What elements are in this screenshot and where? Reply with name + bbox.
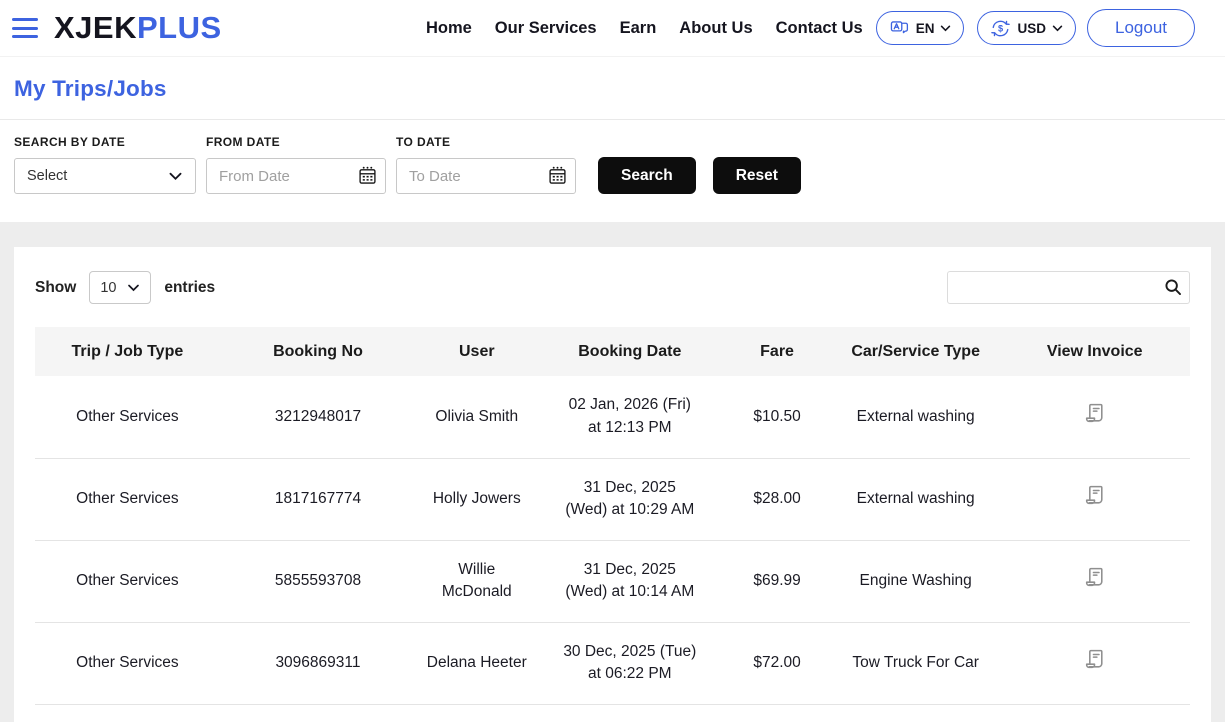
entries-label: entries [164, 279, 215, 297]
from-date-input[interactable] [206, 158, 386, 194]
service-type-cell: Tow Truck For Car [832, 622, 999, 704]
page-size-select[interactable]: 10 [89, 271, 151, 304]
col-user: User [416, 327, 537, 376]
table-row: Other Services 1817167774 Holly Jowers 3… [35, 458, 1190, 540]
table-search [947, 271, 1190, 304]
fare-cell: $28.00 [722, 458, 832, 540]
booking-no-cell: 3212948017 [220, 376, 416, 458]
content-area: Show 10 entries Trip / Job Type Booking … [0, 222, 1225, 722]
main-nav: Home Our Services Earn About Us Contact … [426, 19, 863, 38]
table-row: Other Services 5855593708 Willie McDonal… [35, 540, 1190, 622]
booking-date-cell: 02 Jan, 2026 (Fri) at 12:13 PM [537, 376, 722, 458]
table-controls: Show 10 entries [35, 271, 1190, 304]
language-selector[interactable]: EN [876, 11, 965, 45]
view-invoice-cell [999, 540, 1190, 622]
user-cell: Delana Heeter [416, 622, 537, 704]
col-booking-no: Booking No [220, 327, 416, 376]
nav-about-us[interactable]: About Us [679, 19, 752, 38]
reset-button[interactable]: Reset [713, 157, 801, 194]
table-search-input[interactable] [947, 271, 1190, 304]
to-date-field: TO DATE [396, 135, 576, 194]
fare-cell: $69.99 [722, 540, 832, 622]
search-by-date-value: Select [27, 168, 67, 184]
view-invoice-cell [999, 376, 1190, 458]
page-size-value: 10 [100, 280, 116, 296]
invoice-icon[interactable] [1082, 565, 1107, 590]
col-trip-job-type: Trip / Job Type [35, 327, 220, 376]
search-button[interactable]: Search [598, 157, 696, 194]
trip-type-cell: Other Services [35, 622, 220, 704]
logo-primary: XJEK [54, 10, 137, 45]
show-label: Show [35, 279, 76, 297]
search-by-date-select[interactable]: Select [14, 158, 196, 194]
user-cell: Holly Jowers [416, 458, 537, 540]
trips-table: Trip / Job Type Booking No User Booking … [35, 327, 1190, 705]
logo-accent: PLUS [137, 10, 222, 45]
chevron-down-icon [168, 172, 183, 181]
table-row: Other Services 3096869311 Delana Heeter … [35, 622, 1190, 704]
view-invoice-cell [999, 458, 1190, 540]
col-car-service-type: Car/Service Type [832, 327, 999, 376]
search-by-date-field: SEARCH BY DATE Select [14, 135, 196, 194]
fare-cell: $10.50 [722, 376, 832, 458]
nav-home[interactable]: Home [426, 19, 472, 38]
to-date-input[interactable] [396, 158, 576, 194]
filters-bar: SEARCH BY DATE Select FROM DATE TO DATE [0, 120, 1225, 222]
booking-no-cell: 1817167774 [220, 458, 416, 540]
col-view-invoice: View Invoice [999, 327, 1190, 376]
col-fare: Fare [722, 327, 832, 376]
trip-type-cell: Other Services [35, 458, 220, 540]
col-booking-date: Booking Date [537, 327, 722, 376]
page-header: My Trips/Jobs [0, 57, 1225, 120]
invoice-icon[interactable] [1082, 647, 1107, 672]
to-date-label: TO DATE [396, 135, 576, 149]
table-row: Other Services 3212948017 Olivia Smith 0… [35, 376, 1190, 458]
page-title: My Trips/Jobs [14, 76, 1211, 102]
trips-card: Show 10 entries Trip / Job Type Booking … [14, 247, 1211, 722]
menu-icon[interactable] [12, 18, 38, 38]
invoice-icon[interactable] [1082, 483, 1107, 508]
language-label: EN [916, 21, 935, 36]
booking-no-cell: 3096869311 [220, 622, 416, 704]
nav-contact-us[interactable]: Contact Us [776, 19, 863, 38]
booking-date-cell: 30 Dec, 2025 (Tue) at 06:22 PM [537, 622, 722, 704]
from-date-label: FROM DATE [206, 135, 386, 149]
nav-our-services[interactable]: Our Services [495, 19, 597, 38]
currency-selector[interactable]: $ USD [977, 11, 1076, 45]
trip-type-cell: Other Services [35, 540, 220, 622]
booking-no-cell: 5855593708 [220, 540, 416, 622]
currency-label: USD [1017, 21, 1046, 36]
invoice-icon[interactable] [1082, 401, 1107, 426]
currency-exchange-icon: $ [990, 18, 1011, 39]
nav-earn[interactable]: Earn [620, 19, 657, 38]
from-date-field: FROM DATE [206, 135, 386, 194]
trip-type-cell: Other Services [35, 376, 220, 458]
user-cell: Willie McDonald [416, 540, 537, 622]
top-navbar: XJEKPLUS Home Our Services Earn About Us… [0, 0, 1225, 57]
service-type-cell: Engine Washing [832, 540, 999, 622]
search-by-date-label: SEARCH BY DATE [14, 135, 196, 149]
search-icon [1164, 278, 1182, 296]
chevron-down-icon [1052, 25, 1063, 32]
booking-date-cell: 31 Dec, 2025 (Wed) at 10:14 AM [537, 540, 722, 622]
logout-button[interactable]: Logout [1087, 9, 1195, 47]
service-type-cell: External washing [832, 376, 999, 458]
chevron-down-icon [940, 25, 951, 32]
fare-cell: $72.00 [722, 622, 832, 704]
svg-text:$: $ [998, 23, 1003, 33]
logo[interactable]: XJEKPLUS [54, 10, 222, 46]
view-invoice-cell [999, 622, 1190, 704]
translate-icon [889, 18, 910, 39]
chevron-down-icon [127, 284, 140, 292]
service-type-cell: External washing [832, 458, 999, 540]
user-cell: Olivia Smith [416, 376, 537, 458]
table-header-row: Trip / Job Type Booking No User Booking … [35, 327, 1190, 376]
booking-date-cell: 31 Dec, 2025 (Wed) at 10:29 AM [537, 458, 722, 540]
